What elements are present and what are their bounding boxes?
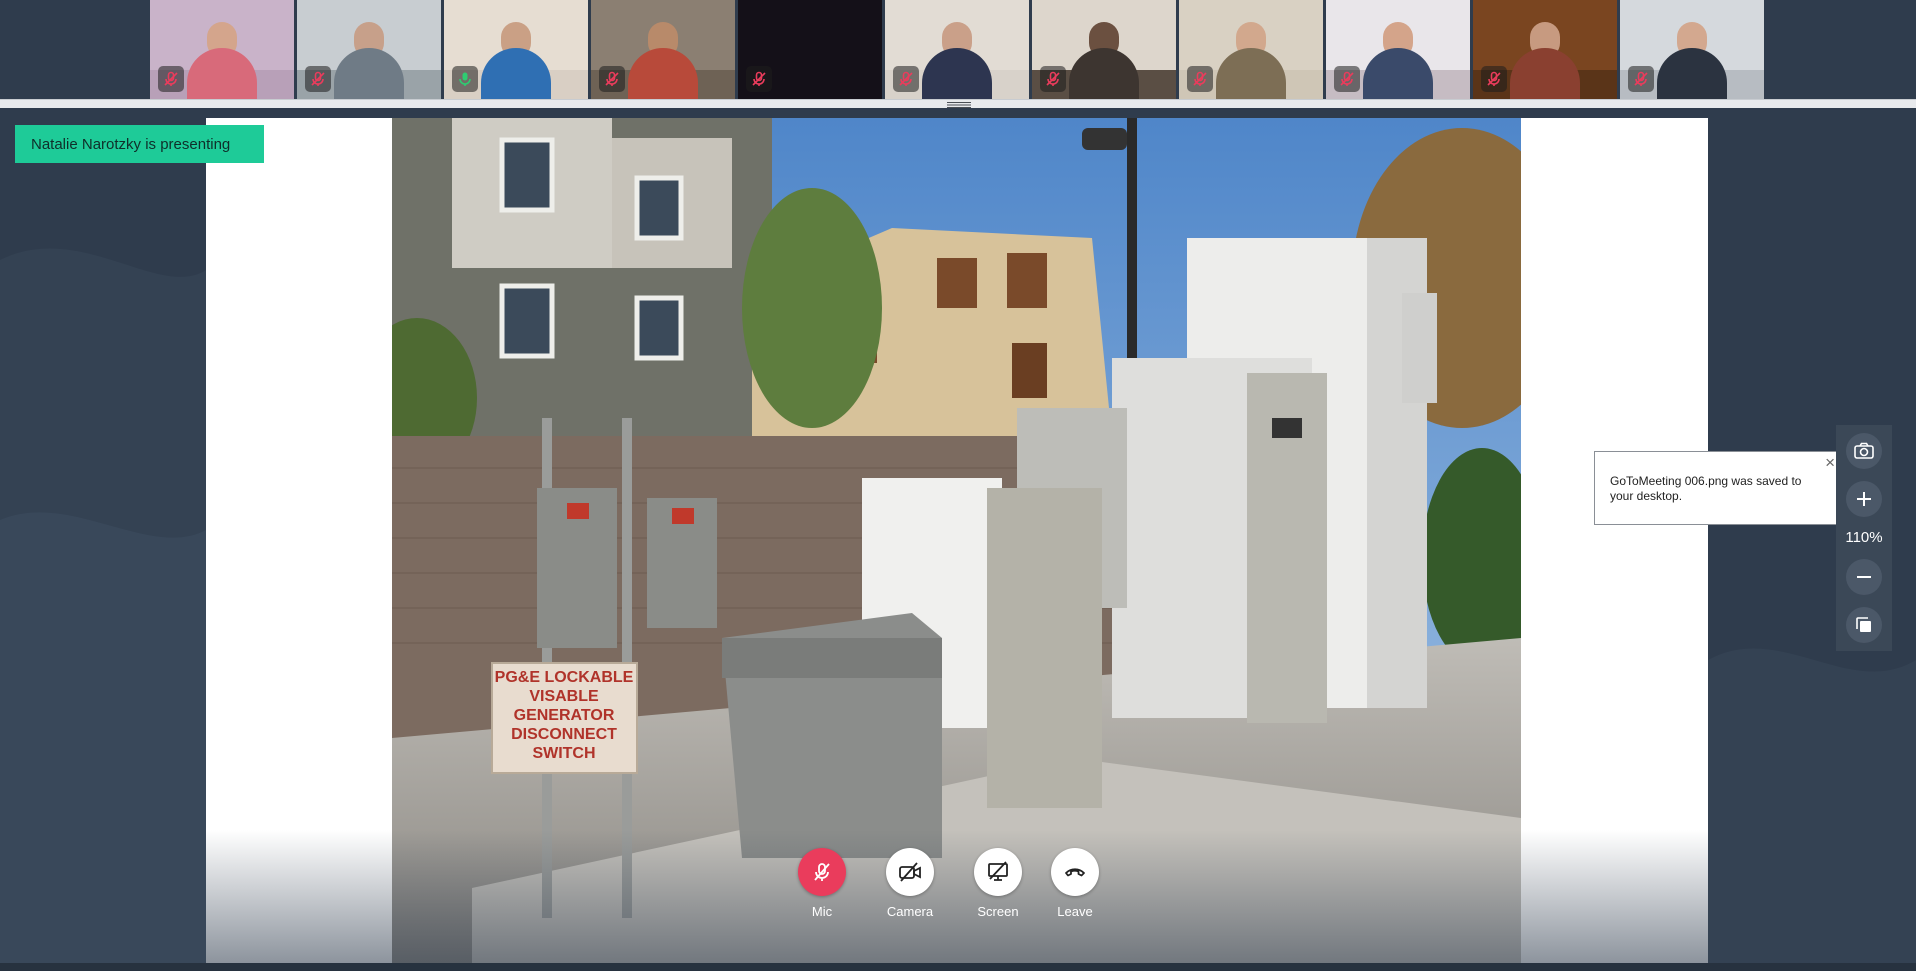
- microphone-off-icon: [798, 848, 846, 896]
- mic-off-icon: [599, 66, 625, 92]
- zoom-in-button[interactable]: [1846, 481, 1882, 517]
- leave-button[interactable]: Leave: [1030, 848, 1120, 919]
- copy-pages-icon: [1856, 617, 1871, 632]
- zoom-level: 110%: [1845, 529, 1883, 546]
- participant-tile[interactable]: [1179, 0, 1323, 100]
- participant-strip: [0, 0, 1916, 100]
- camera-capture-icon: [1854, 442, 1874, 459]
- mic-off-icon: [1334, 66, 1360, 92]
- minus-icon: [1857, 576, 1871, 578]
- close-icon[interactable]: ×: [1825, 454, 1835, 471]
- svg-text:DISCONNECT: DISCONNECT: [511, 726, 617, 743]
- mic-off-icon: [1628, 66, 1654, 92]
- zoom-out-button[interactable]: [1846, 559, 1882, 595]
- shared-photo: PG&E LOCKABLE VISABLE GENERATOR DISCONNE…: [392, 118, 1521, 963]
- svg-text:VISABLE: VISABLE: [529, 688, 599, 705]
- participant-tile[interactable]: [591, 0, 735, 100]
- plus-icon: [1857, 492, 1871, 506]
- participant-tile[interactable]: [444, 0, 588, 100]
- svg-text:GENERATOR: GENERATOR: [514, 707, 615, 724]
- mic-off-icon: [893, 66, 919, 92]
- mic-off-icon: [746, 66, 772, 92]
- fit-screen-button[interactable]: [1846, 607, 1882, 643]
- camera-off-icon: [886, 848, 934, 896]
- mic-button[interactable]: Mic: [777, 848, 867, 919]
- resize-grip-icon[interactable]: [946, 101, 972, 109]
- participant-tile[interactable]: [1326, 0, 1470, 100]
- participant-tile[interactable]: [738, 0, 882, 100]
- screen-share-off-icon: [974, 848, 1022, 896]
- svg-text:SWITCH: SWITCH: [532, 745, 595, 762]
- mic-off-icon: [305, 66, 331, 92]
- mic-off-icon: [1187, 66, 1213, 92]
- camera-button[interactable]: Camera: [865, 848, 955, 919]
- participant-tile[interactable]: [885, 0, 1029, 100]
- bottom-edge: [0, 963, 1916, 971]
- zoom-controls: 110%: [1836, 425, 1892, 651]
- mic-off-icon: [1481, 66, 1507, 92]
- camera-label: Camera: [886, 904, 934, 919]
- participant-tile[interactable]: [150, 0, 294, 100]
- mic-off-icon: [1040, 66, 1066, 92]
- presenting-banner: Natalie Narotzky is presenting: [15, 125, 264, 163]
- toast-message: GoToMeeting 006.png was saved to your de…: [1610, 474, 1802, 503]
- screenshot-button[interactable]: [1846, 433, 1882, 469]
- participant-tile[interactable]: [1032, 0, 1176, 100]
- svg-text:PG&E LOCKABLE: PG&E LOCKABLE: [495, 669, 634, 686]
- participant-tile[interactable]: [297, 0, 441, 100]
- mic-active-icon: [452, 66, 478, 92]
- leave-label: Leave: [1057, 904, 1093, 919]
- mic-off-icon: [158, 66, 184, 92]
- phone-hangup-icon: [1051, 848, 1099, 896]
- participant-tile[interactable]: [1620, 0, 1764, 100]
- participant-tile[interactable]: [1473, 0, 1617, 100]
- saved-toast: × GoToMeeting 006.png was saved to your …: [1594, 451, 1842, 525]
- disconnect-sign: PG&E LOCKABLE VISABLE GENERATOR DISCONNE…: [491, 662, 638, 774]
- mic-label: Mic: [811, 904, 833, 919]
